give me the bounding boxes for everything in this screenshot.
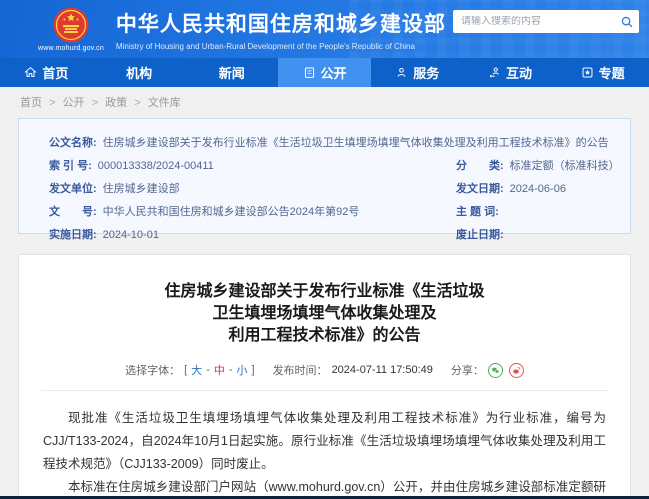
nav-label: 新闻 (219, 63, 245, 82)
interact-icon (488, 66, 501, 79)
divider (41, 390, 608, 391)
nav-item-home[interactable]: 首页 (0, 58, 93, 87)
nav-label: 首页 (42, 63, 68, 82)
article-title-line: 住房城乡建设部关于发布行业标准《生活垃圾 (19, 281, 630, 303)
nav-label: 互动 (506, 63, 532, 82)
nav-item-news[interactable]: 新闻 (185, 58, 278, 87)
search-box (453, 10, 639, 33)
meta-value: 2024-10-01 (103, 224, 159, 247)
nav-label: 专题 (599, 63, 625, 82)
article-meta-row: 选择字体： [ 大 - 中 - 小] 发布时间： 2024-07-11 17:50:… (19, 362, 630, 378)
article-body: 现批准《生活垃圾卫生填埋场填埋气体收集处理及利用工程技术标准》为行业标准，编号为… (43, 407, 606, 499)
document-icon (303, 66, 316, 79)
site-title-en: Ministry of Housing and Urban-Rural Deve… (116, 42, 446, 51)
publish-time-label: 发布时间： (273, 362, 328, 378)
site-title-cn: 中华人民共和国住房和城乡建设部 (116, 8, 446, 38)
meta-row-title: 公文名称: 住房城乡建设部关于发布行业标准《生活垃圾卫生填埋场填埋气体收集处理及… (49, 132, 620, 155)
separator: - (206, 364, 210, 376)
nav-label: 服务 (413, 63, 439, 82)
meta-value: 标准定额（标准科技） (510, 155, 620, 178)
breadcrumb: 首页 > 公开 > 政策 > 文件库 (0, 87, 649, 116)
home-icon (24, 66, 37, 79)
share-label: 分享： (451, 362, 484, 378)
site-title-block: 中华人民共和国住房和城乡建设部 Ministry of Housing and … (116, 8, 446, 51)
meta-row: 实施日期: 2024-10-01 废止日期: (49, 224, 620, 247)
document-meta-panel: 公文名称: 住房城乡建设部关于发布行业标准《生活垃圾卫生填埋场填埋气体收集处理及… (18, 118, 631, 234)
site-header: www.mohurd.gov.cn 中华人民共和国住房和城乡建设部 Minist… (0, 0, 649, 58)
article-title: 住房城乡建设部关于发布行业标准《生活垃圾 卫生填埋场填埋气体收集处理及 利用工程… (19, 281, 630, 347)
search-button[interactable] (615, 10, 639, 33)
nav-item-services[interactable]: 服务 (371, 58, 464, 87)
font-size-small[interactable]: 小 (237, 362, 248, 378)
meta-label: 废止日期: (456, 224, 504, 247)
meta-value: 2024-06-06 (510, 178, 566, 201)
meta-label: 分 类: (456, 155, 504, 178)
breadcrumb-disclosure[interactable]: 公开 (63, 97, 85, 109)
font-selector-label: 选择字体： (125, 362, 180, 378)
breadcrumb-separator: > (134, 97, 140, 109)
meta-row: 索 引 号: 000013338/2024-00411 分 类: 标准定额（标准… (49, 155, 620, 178)
national-emblem-icon (53, 7, 89, 43)
article-title-line: 利用工程技术标准》的公告 (19, 325, 630, 347)
breadcrumb-library[interactable]: 文件库 (148, 97, 181, 109)
font-size-medium[interactable]: 中 (214, 362, 225, 378)
font-size-large[interactable]: 大 (191, 362, 202, 378)
breadcrumb-separator: > (92, 97, 98, 109)
meta-value: 住房城乡建设部关于发布行业标准《生活垃圾卫生填埋场填埋气体收集处理及利用工程技术… (103, 132, 609, 155)
meta-row: 文 号: 中华人民共和国住房和城乡建设部公告2024年第92号 主 题 词: (49, 201, 620, 224)
meta-label: 主 题 词: (456, 201, 499, 224)
meta-row: 发文单位: 住房城乡建设部 发文日期: 2024-06-06 (49, 178, 620, 201)
meta-value: 住房城乡建设部 (103, 178, 180, 201)
bracket: [ (184, 364, 187, 376)
article-title-line: 卫生填埋场填埋气体收集处理及 (19, 303, 630, 325)
search-icon (620, 15, 634, 29)
meta-label: 发文单位: (49, 178, 97, 201)
person-icon (395, 66, 408, 79)
publish-time-value: 2024-07-11 17:50:49 (332, 364, 433, 376)
article-paragraph: 现批准《生活垃圾卫生填埋场填埋气体收集处理及利用工程技术标准》为行业标准，编号为… (43, 407, 606, 476)
breadcrumb-policy[interactable]: 政策 (105, 97, 127, 109)
meta-label: 文 号: (49, 201, 97, 224)
star-box-icon (581, 66, 594, 79)
separator: - (229, 364, 233, 376)
breadcrumb-separator: > (49, 97, 55, 109)
meta-value: 000013338/2024-00411 (98, 155, 214, 178)
nav-item-topics[interactable]: 专题 (556, 58, 649, 87)
nav-label: 公开 (321, 63, 347, 82)
breadcrumb-home[interactable]: 首页 (20, 97, 42, 109)
search-input[interactable] (453, 16, 615, 27)
meta-label: 索 引 号: (49, 155, 92, 178)
site-url: www.mohurd.gov.cn (38, 45, 104, 52)
meta-label: 公文名称: (49, 132, 97, 155)
meta-label: 实施日期: (49, 224, 97, 247)
article-panel: 住房城乡建设部关于发布行业标准《生活垃圾 卫生填埋场填埋气体收集处理及 利用工程… (18, 254, 631, 499)
weibo-share-icon[interactable] (509, 363, 524, 378)
main-nav: 首页 机构 新闻 公开 服务 互动 专题 (0, 58, 649, 87)
nav-item-disclosure[interactable]: 公开 (278, 58, 371, 87)
meta-value: 中华人民共和国住房和城乡建设部公告2024年第92号 (103, 201, 360, 224)
meta-label: 发文日期: (456, 178, 504, 201)
nav-item-orgs[interactable]: 机构 (93, 58, 186, 87)
logo-block[interactable]: www.mohurd.gov.cn (38, 7, 104, 52)
bracket: ] (252, 364, 255, 376)
nav-item-interact[interactable]: 互动 (464, 58, 557, 87)
nav-label: 机构 (126, 63, 152, 82)
wechat-share-icon[interactable] (488, 363, 503, 378)
